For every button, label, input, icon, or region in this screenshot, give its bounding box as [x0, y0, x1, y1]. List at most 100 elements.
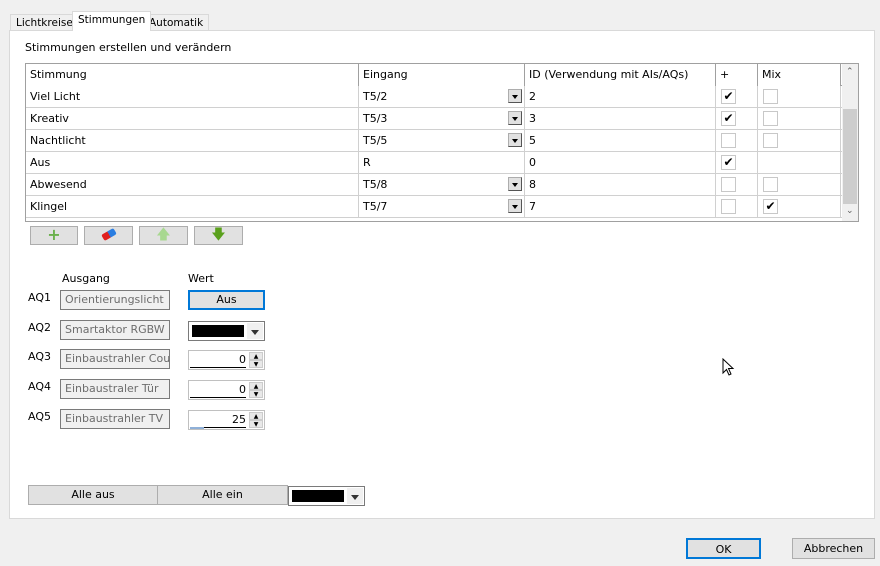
mix-checkbox[interactable] [763, 111, 778, 126]
input-value: T5/5 [363, 134, 388, 147]
spinner-value[interactable]: 0 [190, 383, 246, 398]
input-cell[interactable]: T5/7 [359, 196, 525, 218]
mix-cell [758, 130, 841, 152]
table-row[interactable]: Nachtlicht T5/5 5 [26, 130, 842, 152]
header-id[interactable]: ID (Verwendung mit AIs/AQs) [525, 64, 716, 86]
input-cell[interactable]: T5/2 [359, 86, 525, 108]
color-swatch [192, 325, 244, 337]
mood-name-cell[interactable]: Viel Licht [26, 86, 359, 108]
table-row[interactable]: Kreativ T5/3 3 ✔ [26, 108, 842, 130]
output-name-field: Einbaustrahler Couch [60, 349, 170, 369]
id-cell[interactable]: 8 [525, 174, 716, 196]
input-cell[interactable]: T5/8 [359, 174, 525, 196]
tab-stimmungen[interactable]: Stimmungen [72, 11, 152, 31]
output-value-spinner[interactable]: 25 ▲ ▼ [188, 410, 265, 430]
output-value-spinner[interactable]: 0 ▲ ▼ [188, 380, 265, 400]
arrow-down-icon: 🡇 [211, 227, 226, 243]
cancel-button[interactable]: Abbrechen [792, 538, 875, 559]
table-header: Stimmung Eingang ID (Verwendung mit AIs/… [26, 64, 842, 86]
plus-checkbox[interactable] [721, 199, 736, 214]
mix-checkbox[interactable] [763, 177, 778, 192]
mood-name-cell[interactable]: Nachtlicht [26, 130, 359, 152]
spin-down-icon[interactable]: ▼ [249, 420, 263, 428]
tab-automatik[interactable]: Automatik [143, 14, 210, 31]
mix-checkbox[interactable] [763, 133, 778, 148]
mood-name-cell[interactable]: Klingel [26, 196, 359, 218]
chevron-down-icon[interactable] [508, 89, 522, 103]
input-value: T5/2 [363, 90, 388, 103]
plus-icon: + [47, 225, 61, 244]
plus-cell: ✔ [716, 86, 758, 108]
plus-checkbox[interactable]: ✔ [721, 89, 736, 104]
output-id: AQ1 [28, 291, 51, 304]
id-cell[interactable]: 5 [525, 130, 716, 152]
plus-checkbox[interactable] [721, 177, 736, 192]
chevron-down-icon[interactable] [508, 177, 522, 191]
table-row[interactable]: Aus R 0 ✔ [26, 152, 842, 174]
table-row[interactable]: Klingel T5/7 7 ✔ [26, 196, 842, 218]
tab-lichtkreise[interactable]: Lichtkreise [10, 14, 79, 31]
id-cell[interactable]: 0 [525, 152, 716, 174]
spin-down-icon[interactable]: ▼ [249, 390, 263, 398]
input-cell[interactable]: R [359, 152, 525, 174]
spin-up-icon[interactable]: ▲ [249, 352, 263, 360]
mood-name-cell[interactable]: Abwesend [26, 174, 359, 196]
all-on-button[interactable]: Alle ein [157, 485, 288, 505]
vertical-scrollbar[interactable]: ⌃ ⌄ [842, 64, 858, 221]
mix-cell [758, 152, 841, 174]
move-up-button[interactable]: 🡅 [139, 226, 188, 245]
all-off-button[interactable]: Alle aus [28, 485, 158, 505]
header-mix[interactable]: Mix [758, 64, 841, 86]
table-row[interactable]: Abwesend T5/8 8 [26, 174, 842, 196]
id-cell[interactable]: 2 [525, 86, 716, 108]
spin-down-icon[interactable]: ▼ [249, 360, 263, 368]
move-down-button[interactable]: 🡇 [194, 226, 243, 245]
mix-checkbox[interactable]: ✔ [763, 199, 778, 214]
plus-checkbox[interactable] [721, 133, 736, 148]
id-cell[interactable]: 7 [525, 196, 716, 218]
plus-cell: ✔ [716, 108, 758, 130]
mix-checkbox[interactable] [763, 89, 778, 104]
plus-cell [716, 196, 758, 218]
scrollbar-thumb[interactable] [843, 109, 857, 204]
chevron-down-icon[interactable] [347, 488, 363, 504]
mix-cell [758, 86, 841, 108]
output-header: Ausgang [62, 272, 110, 285]
mood-name-cell[interactable]: Aus [26, 152, 359, 174]
spinner-value[interactable]: 0 [190, 353, 246, 368]
chevron-down-icon[interactable] [247, 323, 263, 339]
output-toggle-button[interactable]: Aus [188, 290, 265, 310]
add-mood-button[interactable]: + [30, 226, 78, 245]
output-value-spinner[interactable]: 0 ▲ ▼ [188, 350, 265, 370]
mood-name-cell[interactable]: Kreativ [26, 108, 359, 130]
chevron-down-icon[interactable] [508, 133, 522, 147]
output-id: AQ3 [28, 350, 51, 363]
input-cell[interactable]: T5/3 [359, 108, 525, 130]
header-eingang[interactable]: Eingang [359, 64, 525, 86]
chevron-down-icon[interactable] [508, 199, 522, 213]
plus-checkbox[interactable]: ✔ [721, 111, 736, 126]
output-id: AQ2 [28, 321, 51, 334]
section-title: Stimmungen erstellen und verändern [25, 41, 232, 54]
header-stimmung[interactable]: Stimmung [26, 64, 359, 86]
output-name-field: Einbaustraler Tür [60, 379, 170, 399]
scroll-up-icon[interactable]: ⌃ [846, 67, 854, 77]
output-name-field: Smartaktor RGBW [60, 320, 170, 340]
plus-cell [716, 130, 758, 152]
delete-mood-button[interactable] [84, 226, 133, 245]
all-color-picker[interactable] [288, 486, 365, 506]
output-color-picker[interactable] [188, 321, 265, 341]
plus-checkbox[interactable]: ✔ [721, 155, 736, 170]
spin-up-icon[interactable]: ▲ [249, 412, 263, 420]
scroll-down-icon[interactable]: ⌄ [846, 206, 854, 216]
input-cell[interactable]: T5/5 [359, 130, 525, 152]
spin-up-icon[interactable]: ▲ [249, 382, 263, 390]
id-cell[interactable]: 3 [525, 108, 716, 130]
header-plus[interactable]: + [716, 64, 758, 86]
input-value: T5/7 [363, 200, 388, 213]
spinner-value[interactable]: 25 [190, 413, 246, 428]
color-swatch [292, 490, 344, 502]
ok-button[interactable]: OK [686, 538, 761, 559]
chevron-down-icon[interactable] [508, 111, 522, 125]
table-row[interactable]: Viel Licht T5/2 2 ✔ [26, 86, 842, 108]
